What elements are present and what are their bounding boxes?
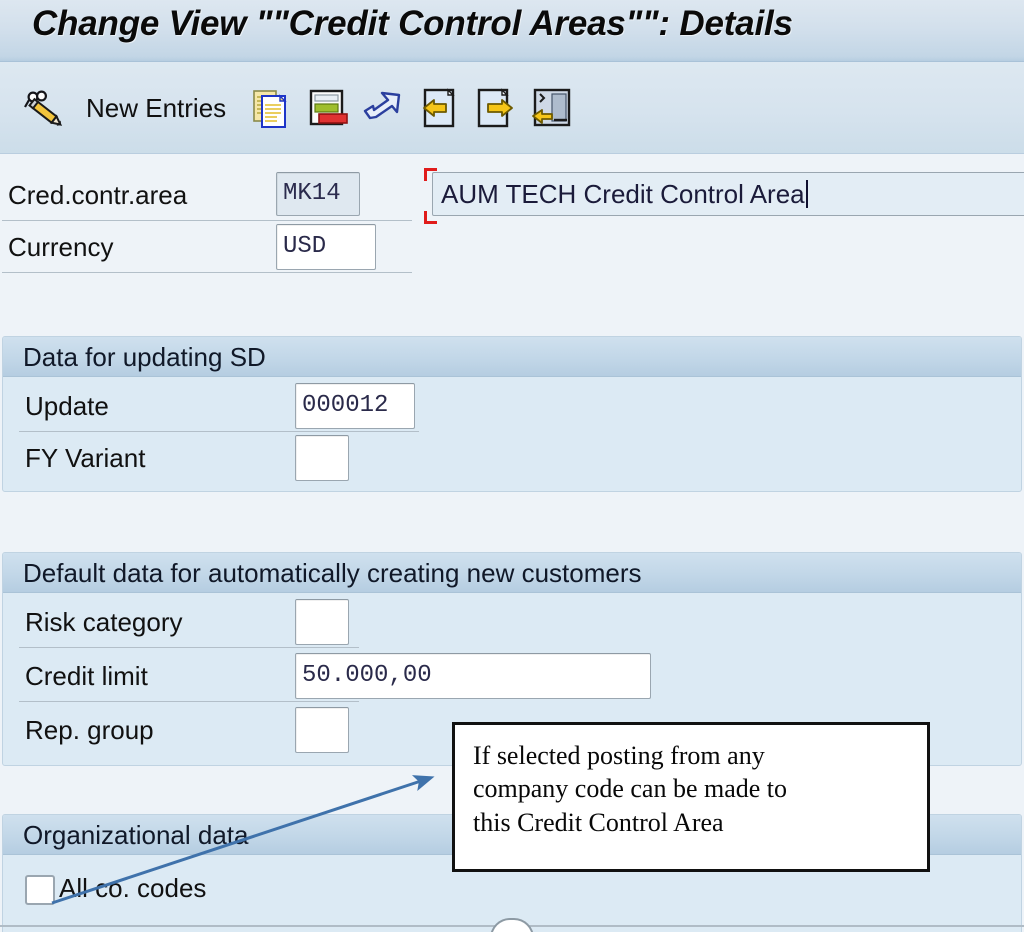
field-row-update: Update 000012 — [17, 381, 437, 432]
field-separator — [2, 272, 412, 273]
panel-title: Organizational data — [23, 820, 249, 850]
cred-contr-area-description-input[interactable]: AUM TECH Credit Control Area — [432, 172, 1024, 216]
cred-contr-area-input[interactable]: MK14 — [276, 172, 360, 216]
all-co-codes-label: All co. codes — [59, 873, 207, 903]
update-label: Update — [25, 391, 109, 421]
panel-header: Default data for automatically creating … — [3, 553, 1021, 593]
select-layout-icon[interactable] — [528, 84, 576, 132]
new-entries-button[interactable]: New Entries — [86, 93, 226, 124]
field-row-currency: Currency USD — [0, 222, 420, 273]
all-co-codes-checkbox[interactable] — [25, 875, 55, 905]
field-separator — [2, 220, 412, 221]
field-row-rep-group: Rep. group — [17, 705, 437, 755]
description-value: AUM TECH Credit Control Area — [441, 178, 805, 209]
risk-category-input[interactable] — [295, 599, 349, 645]
text-cursor — [805, 180, 808, 208]
previous-entry-icon[interactable] — [416, 84, 464, 132]
delete-entry-icon[interactable] — [304, 84, 352, 132]
fy-variant-input[interactable] — [295, 435, 349, 481]
fy-variant-label: FY Variant — [25, 443, 146, 473]
cred-contr-area-description-wrapper: AUM TECH Credit Control Area — [424, 168, 1024, 224]
panel-header: Data for updating SD — [3, 337, 1021, 377]
credit-limit-label: Credit limit — [25, 661, 148, 691]
application-toolbar: New Entries — [0, 62, 1024, 154]
panel-data-for-updating-sd: Data for updating SD Update 000012 FY Va… — [2, 336, 1022, 492]
field-row-fy-variant: FY Variant — [17, 433, 437, 483]
risk-category-label: Risk category — [25, 607, 183, 637]
panel-body: Update 000012 FY Variant — [3, 377, 1021, 491]
field-row-credit-limit: Credit limit 50.000,00 — [17, 651, 677, 702]
annotation-text: If selected posting from any company cod… — [473, 741, 788, 837]
page-title: Change View ""Credit Control Areas"": De… — [32, 4, 793, 43]
copy-as-icon[interactable] — [248, 84, 296, 132]
next-entry-icon[interactable] — [472, 84, 520, 132]
update-input[interactable]: 000012 — [295, 383, 415, 429]
currency-input[interactable]: USD — [276, 224, 376, 270]
undo-icon[interactable] — [360, 84, 408, 132]
sap-details-screen: Change View ""Credit Control Areas"": De… — [0, 0, 1024, 932]
field-separator — [19, 431, 419, 432]
panel-title: Data for updating SD — [23, 342, 266, 372]
rep-group-input[interactable] — [295, 707, 349, 753]
panel-title: Default data for automatically creating … — [23, 558, 642, 588]
field-separator — [19, 647, 359, 648]
field-row-risk-category: Risk category — [17, 597, 437, 648]
credit-limit-input[interactable]: 50.000,00 — [295, 653, 651, 699]
window-title-bar: Change View ""Credit Control Areas"": De… — [0, 0, 1024, 62]
currency-label: Currency — [8, 232, 114, 262]
rep-group-label: Rep. group — [25, 715, 154, 745]
cred-contr-area-label: Cred.contr.area — [8, 180, 188, 210]
field-row-cred-contr-area: Cred.contr.area MK14 — [0, 170, 420, 221]
field-separator — [19, 701, 359, 702]
pencil-glasses-icon[interactable] — [18, 82, 70, 134]
annotation-callout: If selected posting from any company cod… — [452, 722, 930, 872]
